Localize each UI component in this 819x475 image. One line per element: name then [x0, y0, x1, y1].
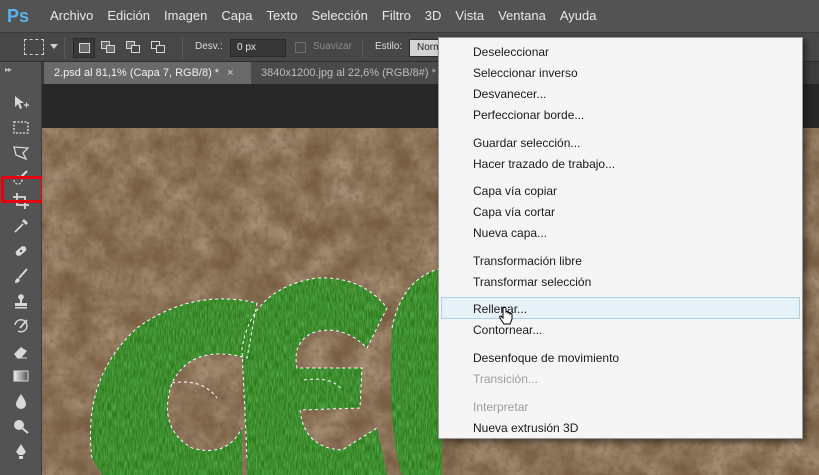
menu-item-interpretar: Interpretar [473, 400, 529, 414]
add-to-selection-button[interactable] [98, 38, 120, 58]
menu-item-nueva-capa[interactable]: Nueva capa... [473, 224, 547, 242]
blur-icon[interactable] [8, 390, 34, 412]
rectangular-marquee-icon[interactable] [8, 117, 34, 139]
menu-item-transicion: Transición... [473, 372, 538, 386]
new-selection-icon [79, 43, 90, 53]
menu-edicion[interactable]: Edición [100, 0, 157, 32]
menu-ventana[interactable]: Ventana [491, 0, 553, 32]
menu-item-guardar-seleccion[interactable]: Guardar selección... [473, 134, 580, 152]
menu-archivo[interactable]: Archivo [43, 0, 100, 32]
menu-item-hacer-trazado[interactable]: Hacer trazado de trabajo... [473, 155, 615, 173]
hand-cursor-icon [499, 306, 513, 325]
dodge-icon[interactable] [8, 415, 34, 437]
menu-item-transformacion-libre[interactable]: Transformación libre [473, 252, 582, 270]
gradient-icon[interactable] [8, 365, 34, 387]
selected-tool-highlight [1, 176, 44, 203]
style-label: Estilo: [375, 41, 403, 52]
photoshop-logo: Ps [7, 6, 30, 26]
menu-item-desvanecer[interactable]: Desvanecer... [473, 85, 546, 103]
lasso-icon[interactable] [8, 142, 34, 164]
menu-item-capa-via-cortar[interactable]: Capa vía cortar [473, 203, 555, 221]
menu-item-capa-via-copiar[interactable]: Capa vía copiar [473, 182, 557, 200]
healing-brush-icon[interactable] [8, 240, 34, 262]
intersect-selection-button[interactable] [148, 38, 170, 58]
options-divider [64, 38, 65, 58]
antialias-label: Suavizar [313, 41, 352, 52]
tab-2psd[interactable]: 2.psd al 81,1% (Capa 7, RGB/8) * × [44, 62, 251, 84]
feather-input[interactable]: 0 px [230, 39, 286, 57]
intersect-selection-icon-b [156, 45, 165, 53]
brush-icon[interactable] [8, 265, 34, 287]
feather-label: Desv.: [195, 41, 223, 52]
options-divider [182, 38, 183, 58]
subtract-from-selection-button[interactable] [123, 38, 145, 58]
history-brush-icon[interactable] [8, 315, 34, 337]
eraser-icon[interactable] [8, 340, 34, 362]
tab-label: 3840x1200.jpg al 22,6% (RGB/8#) * [261, 67, 436, 79]
tools-panel: ▸▸ [0, 62, 44, 475]
menu-item-seleccionar-inverso[interactable]: Seleccionar inverso [473, 64, 578, 82]
menu-filtro[interactable]: Filtro [375, 0, 418, 32]
tab-label: 2.psd al 81,1% (Capa 7, RGB/8) * [54, 67, 220, 79]
menu-item-transformar-seleccion[interactable]: Transformar selección [473, 273, 591, 291]
menu-item-desenfoque-movimiento[interactable]: Desenfoque de movimiento [473, 349, 619, 367]
move-tool-icon[interactable] [8, 92, 34, 114]
menu-item-nueva-extrusion-3d[interactable]: Nueva extrusión 3D [473, 419, 578, 437]
menu-item-deseleccionar[interactable]: Deseleccionar [473, 43, 549, 61]
antialias-checkbox[interactable] [295, 42, 306, 53]
add-selection-icon-b [106, 45, 115, 53]
menu-bar: Ps Archivo Edición Imagen Capa Texto Sel… [0, 0, 819, 32]
menu-imagen[interactable]: Imagen [157, 0, 214, 32]
chevron-down-icon[interactable] [50, 44, 58, 49]
clone-stamp-icon[interactable] [8, 290, 34, 312]
close-icon[interactable]: × [227, 67, 233, 79]
new-selection-button[interactable] [73, 38, 95, 58]
menu-capa[interactable]: Capa [214, 0, 259, 32]
menu-vista[interactable]: Vista [448, 0, 491, 32]
selection-context-menu: Deseleccionar Seleccionar inverso Desvan… [438, 37, 803, 439]
pen-icon[interactable] [8, 440, 34, 462]
menu-texto[interactable]: Texto [259, 0, 304, 32]
tool-preset-picker-icon[interactable] [24, 39, 44, 55]
subtract-selection-icon-b [131, 45, 140, 53]
collapse-panel-icon[interactable]: ▸▸ [5, 65, 12, 74]
menu-3d[interactable]: 3D [418, 0, 449, 32]
photoshop-window: Ps Archivo Edición Imagen Capa Texto Sel… [0, 0, 819, 475]
eyedropper-icon[interactable] [8, 215, 34, 237]
options-divider [362, 38, 363, 58]
menu-item-perfeccionar-borde[interactable]: Perfeccionar borde... [473, 106, 584, 124]
menu-ayuda[interactable]: Ayuda [553, 0, 604, 32]
menu-seleccion[interactable]: Selección [305, 0, 375, 32]
